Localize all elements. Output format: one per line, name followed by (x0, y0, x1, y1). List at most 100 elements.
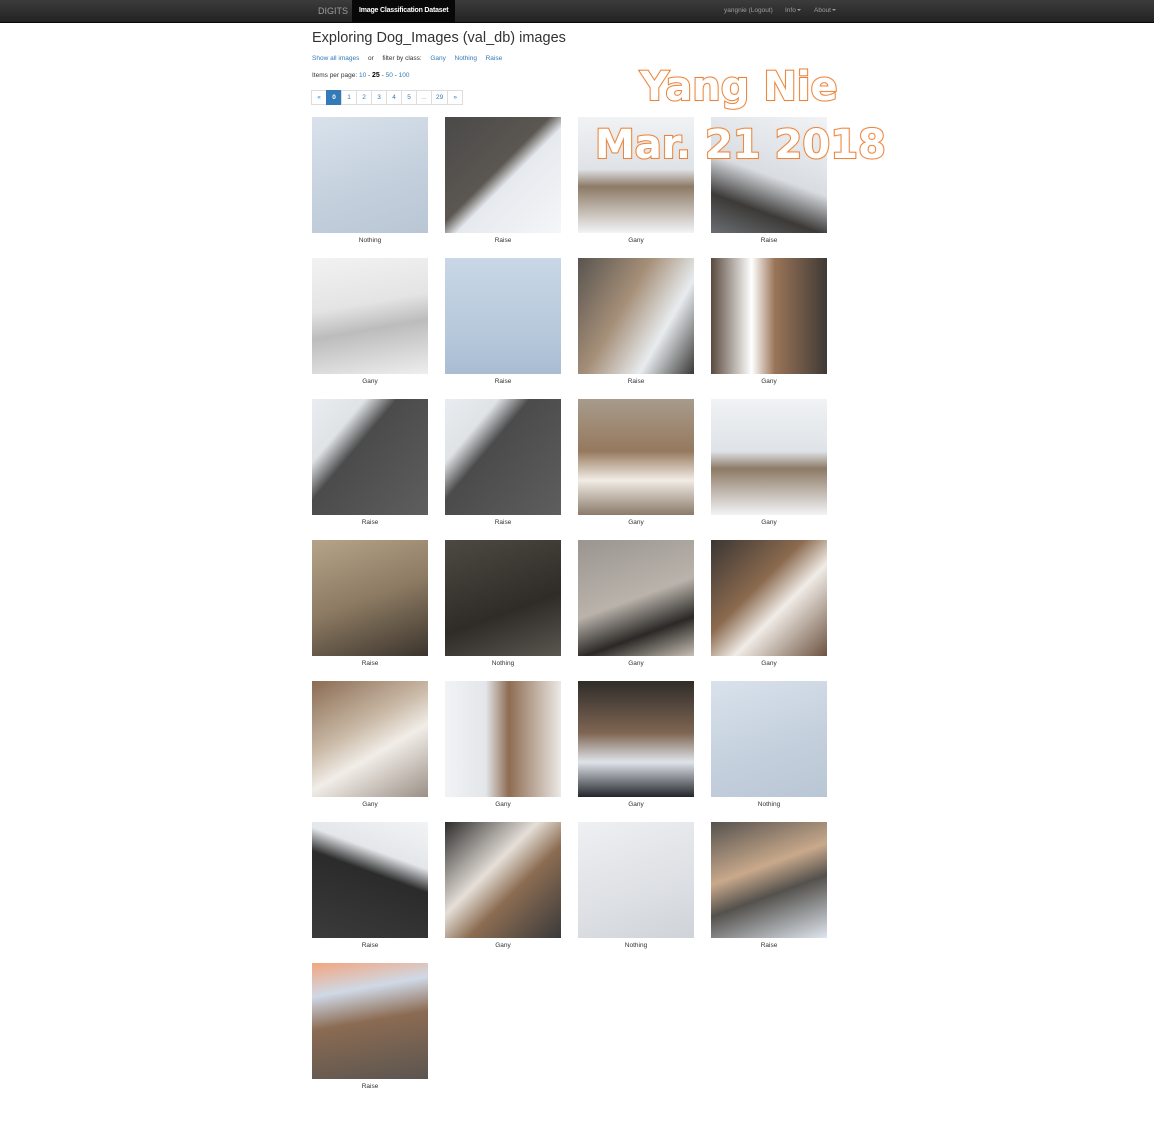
image-card: Nothing (711, 681, 827, 808)
items-per-page-label: Items per page: (312, 72, 358, 79)
info-menu[interactable]: Info (785, 0, 801, 22)
image-label: Nothing (358, 237, 382, 244)
filter-row: Show all images or filter by class: Gany… (312, 55, 502, 62)
dog-sun-thumb[interactable] (312, 963, 428, 1079)
brand-link[interactable]: DIGITS (312, 0, 354, 22)
image-card: Gany (711, 258, 827, 385)
dog-on-road-thumb[interactable] (445, 399, 561, 515)
image-label: Nothing (491, 660, 515, 667)
dog-in-snow-thumb[interactable] (445, 258, 561, 374)
or-text: or (367, 55, 374, 62)
separator: - (394, 72, 397, 79)
filter-class-nothing[interactable]: Nothing (455, 55, 477, 62)
beagle-snow-thumb[interactable] (711, 399, 827, 515)
image-label: Nothing (757, 801, 781, 808)
dog-road-thumb[interactable] (578, 258, 694, 374)
image-card: Raise (578, 258, 694, 385)
image-label: Raise (760, 942, 778, 949)
beagle-legs-thumb[interactable] (578, 681, 694, 797)
dog-dark-road-thumb[interactable] (312, 822, 428, 938)
per-page-50[interactable]: 50 (386, 72, 393, 79)
image-label: Raise (361, 660, 379, 667)
caret-down-icon (796, 9, 801, 12)
beagle-path-thumb[interactable] (312, 681, 428, 797)
beagle-road-thumb[interactable] (445, 822, 561, 938)
pagination-page-0[interactable]: 0 (326, 90, 342, 105)
image-card: Gany (578, 540, 694, 667)
pagination-page-2[interactable]: 2 (356, 90, 372, 105)
image-card: Nothing (578, 822, 694, 949)
pagination: « 0 1 2 3 4 5 ... 29 » (311, 90, 464, 105)
image-label: Raise (627, 378, 645, 385)
dog-snow-road-thumb[interactable] (445, 117, 561, 233)
image-label: Gany (628, 660, 644, 667)
pagination-page-29[interactable]: 29 (431, 90, 449, 105)
image-card: Raise (445, 258, 561, 385)
separator: - (368, 72, 371, 79)
beagle-snow-blur-thumb[interactable] (445, 681, 561, 797)
show-all-images-link[interactable]: Show all images (312, 55, 359, 62)
image-card: Raise (711, 822, 827, 949)
pagination-ellipsis: ... (416, 90, 432, 105)
pagination-page-3[interactable]: 3 (371, 90, 387, 105)
dog-on-road-thumb[interactable] (312, 399, 428, 515)
beagle-closeup-thumb[interactable] (711, 258, 827, 374)
dog-grass-thumb[interactable] (312, 540, 428, 656)
filter-label: filter by class: (382, 55, 422, 62)
watermark-date: Mar. 21 2018 (594, 121, 887, 169)
dog-running-snow-thumb[interactable] (312, 258, 428, 374)
filter-class-gany[interactable]: Gany (430, 55, 446, 62)
image-label: Raise (361, 1083, 379, 1090)
beagle-face-thumb[interactable] (578, 399, 694, 515)
image-card: Gany (445, 822, 561, 949)
separator: - (381, 72, 384, 79)
beagle-blur-thumb[interactable] (711, 540, 827, 656)
items-per-page: Items per page: 10 - 25 - 50 - 100 (312, 72, 410, 79)
image-card: Gany (312, 258, 428, 385)
user-logout-link[interactable]: yangnie (Logout) (724, 0, 773, 22)
image-label: Raise (494, 378, 512, 385)
ground-thumb[interactable] (445, 540, 561, 656)
user-logout-label: yangnie (Logout) (724, 7, 773, 14)
image-label: Raise (760, 237, 778, 244)
image-label: Gany (761, 519, 777, 526)
snow-light-thumb[interactable] (578, 822, 694, 938)
beagle-shadow-thumb[interactable] (578, 540, 694, 656)
info-menu-label: Info (785, 7, 796, 14)
image-card: Raise (312, 540, 428, 667)
tab-image-classification-dataset[interactable]: Image Classification Dataset (352, 0, 456, 22)
image-label: Gany (495, 942, 511, 949)
image-label: Gany (362, 801, 378, 808)
snow-thumb[interactable] (312, 117, 428, 233)
image-label: Nothing (624, 942, 648, 949)
image-card: Raise (445, 117, 561, 244)
per-page-100[interactable]: 100 (399, 72, 410, 79)
image-label: Gany (495, 801, 511, 808)
pagination-page-5[interactable]: 5 (401, 90, 417, 105)
snow-thumb[interactable] (711, 681, 827, 797)
watermark-name: Yang Nie (639, 63, 839, 111)
image-card: Raise (312, 963, 428, 1090)
top-navbar: DIGITS Image Classification Dataset yang… (0, 0, 1154, 23)
filter-class-raise[interactable]: Raise (486, 55, 503, 62)
pagination-page-1[interactable]: 1 (341, 90, 357, 105)
image-card: Raise (312, 399, 428, 526)
image-card: Gany (578, 681, 694, 808)
pagination-page-4[interactable]: 4 (386, 90, 402, 105)
image-label: Gany (362, 378, 378, 385)
image-card: Nothing (312, 117, 428, 244)
per-page-25: 25 (372, 72, 380, 79)
image-card: Gany (711, 399, 827, 526)
image-card: Nothing (445, 540, 561, 667)
pagination-next[interactable]: » (447, 90, 464, 105)
dog-snow-edge-thumb[interactable] (711, 822, 827, 938)
image-label: Raise (361, 519, 379, 526)
caret-down-icon (832, 9, 836, 12)
image-card: Raise (312, 822, 428, 949)
image-card: Gany (711, 540, 827, 667)
pagination-prev[interactable]: « (311, 90, 327, 105)
image-card: Gany (312, 681, 428, 808)
per-page-10[interactable]: 10 (359, 72, 366, 79)
image-label: Gany (761, 660, 777, 667)
about-menu[interactable]: About (814, 0, 836, 22)
